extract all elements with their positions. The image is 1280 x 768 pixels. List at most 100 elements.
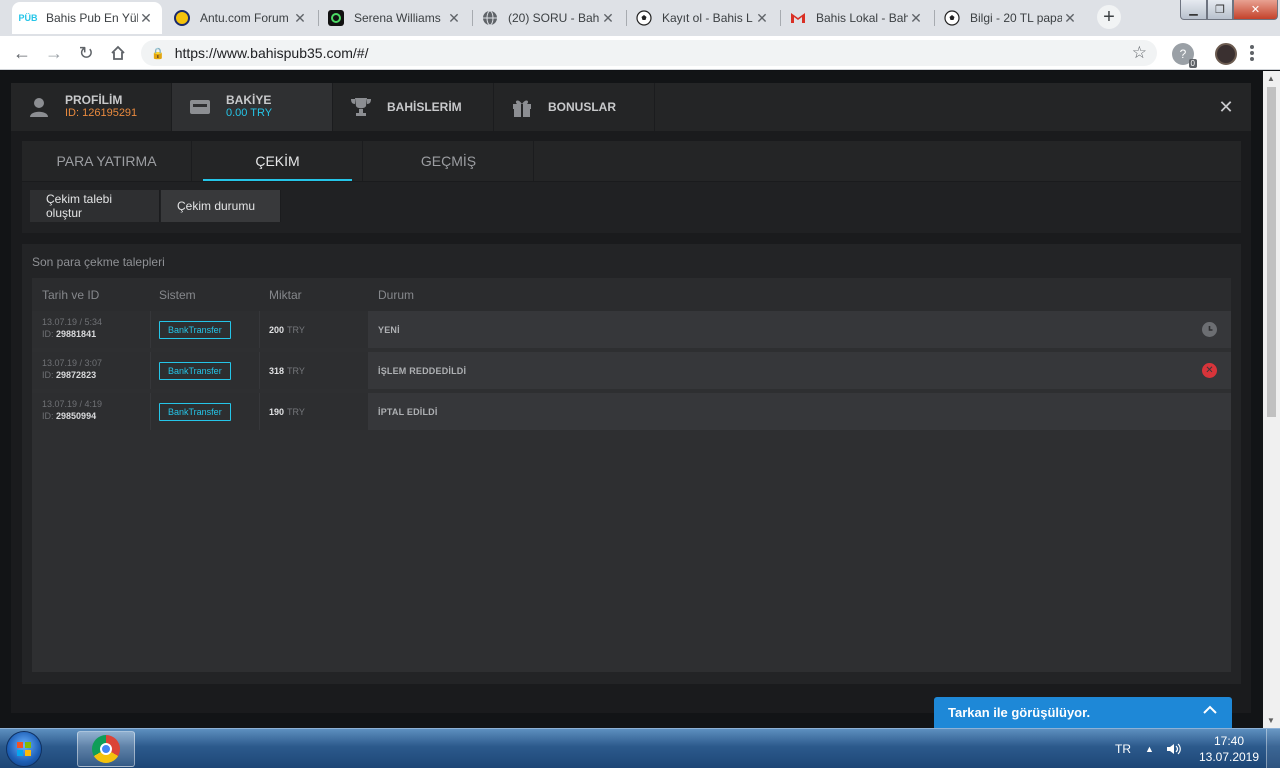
- column-header-system: Sistem: [159, 288, 196, 302]
- system-cell: BankTransfer: [151, 311, 259, 348]
- browser-toolbar: ← → ↻ 🔒 https://www.bahispub35.com/#/ ☆ …: [0, 36, 1280, 70]
- system-cell: BankTransfer: [151, 393, 259, 430]
- browser-tab-serena[interactable]: Serena Williams ✕: [320, 2, 470, 34]
- table-header: Tarih ve ID Sistem Miktar Durum: [32, 278, 1231, 311]
- windows-taskbar: TR ▲ 17:40 13.07.2019: [0, 728, 1280, 768]
- tab-bonuslar[interactable]: BONUSLAR: [494, 83, 655, 131]
- extension-icon[interactable]: ? 0: [1172, 43, 1197, 68]
- close-tab-icon[interactable]: ✕: [138, 10, 154, 27]
- wallet-icon: [188, 95, 212, 119]
- table-row[interactable]: 13.07.19 / 5:34 ID: 29881841 BankTransfe…: [32, 311, 1231, 348]
- globe-icon: [482, 10, 498, 26]
- language-indicator[interactable]: TR: [1115, 729, 1131, 768]
- status-cell: İPTAL EDİLDİ: [369, 393, 1231, 430]
- extension-badge: 0: [1188, 59, 1197, 68]
- soccer-ball-icon: [636, 10, 652, 26]
- profile-avatar[interactable]: [1215, 43, 1237, 65]
- back-arrow-icon[interactable]: ←: [10, 41, 34, 65]
- tab-label: PROFİLİM: [65, 93, 123, 107]
- balance-text: 0.00 TRY: [226, 107, 273, 119]
- browser-tab-bilgi[interactable]: Bilgi - 20 TL papa ✕: [936, 2, 1086, 34]
- close-tab-icon[interactable]: ✕: [754, 10, 770, 27]
- user-icon: [27, 95, 51, 119]
- bookmark-star-icon[interactable]: ☆: [1132, 43, 1147, 63]
- start-button[interactable]: [6, 731, 42, 767]
- new-tab-button[interactable]: +: [1097, 5, 1121, 29]
- scroll-up-icon[interactable]: ▲: [1267, 74, 1275, 83]
- show-hidden-icons-icon[interactable]: ▲: [1145, 729, 1154, 768]
- system-badge: BankTransfer: [159, 402, 231, 421]
- tab-label: BAHİSLERİM: [387, 99, 462, 114]
- menu-kebab-icon[interactable]: [1250, 45, 1254, 61]
- tab-para-yatirma[interactable]: PARA YATIRMA: [22, 141, 192, 181]
- browser-tab-kayit[interactable]: Kayıt ol - Bahis L ✕: [628, 2, 778, 34]
- soccer-ball-icon: [944, 10, 960, 26]
- user-id-text: ID: 126195291: [65, 107, 138, 119]
- system-badge: BankTransfer: [159, 320, 231, 339]
- chat-status-text: Tarkan ile görüşülüyor.: [948, 705, 1091, 720]
- chevron-up-icon[interactable]: [1202, 702, 1218, 723]
- table-row[interactable]: 13.07.19 / 3:07 ID: 29872823 BankTransfe…: [32, 352, 1231, 389]
- date-id-cell: 13.07.19 / 5:34 ID: 29881841: [32, 311, 150, 348]
- tab-title: Antu.com Forum: [200, 11, 289, 25]
- request-id: ID: 29881841: [42, 329, 97, 339]
- c-logo-icon: [328, 10, 344, 26]
- rejected-icon: ✕: [1202, 363, 1217, 378]
- close-tab-icon[interactable]: ✕: [292, 10, 308, 27]
- scrollbar-thumb[interactable]: [1267, 87, 1276, 417]
- show-desktop-button[interactable]: [1266, 729, 1280, 768]
- date-id-cell: 13.07.19 / 4:19 ID: 29850994: [32, 393, 150, 430]
- tab-separator: [318, 10, 319, 26]
- close-tab-icon[interactable]: ✕: [600, 10, 616, 27]
- tab-title: Serena Williams: [354, 11, 441, 25]
- scroll-down-icon[interactable]: ▼: [1267, 716, 1275, 725]
- browser-tab-soru[interactable]: (20) SORU - Bahi ✕: [474, 2, 624, 34]
- column-header-status: Durum: [378, 288, 415, 302]
- tab-bahislerim[interactable]: BAHİSLERİM: [333, 83, 494, 131]
- browser-tab-bahispub[interactable]: PÜB Bahis Pub En Yük ✕: [12, 2, 162, 34]
- browser-tab-strip: PÜB Bahis Pub En Yük ✕ Antu.com Forum ✕ …: [0, 0, 1280, 36]
- tab-separator: [934, 10, 935, 26]
- withdraw-actions: Çekim talebi oluştur Çekim durumu: [22, 182, 1241, 233]
- gift-icon: [510, 95, 534, 119]
- withdraw-requests-panel: Son para çekme talepleri Tarih ve ID Sis…: [22, 244, 1241, 684]
- system-clock[interactable]: 17:40 13.07.2019: [1198, 733, 1260, 765]
- tab-gecmis[interactable]: GEÇMİŞ: [364, 141, 534, 181]
- withdraw-status-button[interactable]: Çekim durumu: [161, 190, 281, 222]
- browser-tab-bahis-lokal[interactable]: Bahis Lokal - Bah ✕: [782, 2, 932, 34]
- table-row[interactable]: 13.07.19 / 4:19 ID: 29850994 BankTransfe…: [32, 393, 1231, 430]
- page-scrollbar[interactable]: ▲ ▼: [1263, 71, 1280, 728]
- status-cell: YENİ: [369, 311, 1231, 348]
- gmail-icon: [790, 10, 806, 26]
- live-chat-bar[interactable]: Tarkan ile görüşülüyor.: [934, 697, 1232, 728]
- close-tab-icon[interactable]: ✕: [446, 10, 462, 27]
- reload-icon[interactable]: ↻: [74, 41, 98, 65]
- tab-title: Bilgi - 20 TL papa: [970, 11, 1062, 25]
- request-date: 13.07.19 / 3:07: [42, 358, 103, 368]
- tab-profilim[interactable]: PROFİLİM ID: 126195291: [11, 83, 172, 131]
- forward-arrow-icon[interactable]: →: [42, 41, 66, 65]
- minimize-button[interactable]: ▁: [1180, 0, 1207, 20]
- trophy-icon: [349, 95, 373, 119]
- maximize-button[interactable]: ❐: [1207, 0, 1233, 20]
- taskbar-chrome-button[interactable]: [77, 731, 135, 767]
- tab-cekim[interactable]: ÇEKİM: [193, 141, 363, 181]
- request-id: ID: 29872823: [42, 370, 97, 380]
- close-tab-icon[interactable]: ✕: [1062, 10, 1078, 27]
- account-modal: PROFİLİM ID: 126195291 BAKİYE 0.00 TRY B…: [11, 83, 1251, 713]
- request-date: 13.07.19 / 5:34: [42, 317, 103, 327]
- volume-icon[interactable]: [1166, 729, 1182, 768]
- fenerbahce-icon: [174, 10, 190, 26]
- close-modal-icon[interactable]: ✕: [1216, 97, 1236, 117]
- system-cell: BankTransfer: [151, 352, 259, 389]
- address-bar[interactable]: 🔒 https://www.bahispub35.com/#/ ☆: [141, 40, 1157, 66]
- amount-cell: 190 TRY: [260, 393, 368, 430]
- create-withdraw-request-button[interactable]: Çekim talebi oluştur: [30, 190, 160, 222]
- close-tab-icon[interactable]: ✕: [908, 10, 924, 27]
- browser-tab-antu[interactable]: Antu.com Forum ✕: [166, 2, 316, 34]
- column-header-amount: Miktar: [269, 288, 302, 302]
- close-window-button[interactable]: ✕: [1233, 0, 1278, 20]
- home-icon[interactable]: [106, 41, 130, 65]
- window-controls: ▁ ❐ ✕: [1180, 0, 1278, 20]
- tab-bakiye[interactable]: BAKİYE 0.00 TRY: [172, 83, 333, 131]
